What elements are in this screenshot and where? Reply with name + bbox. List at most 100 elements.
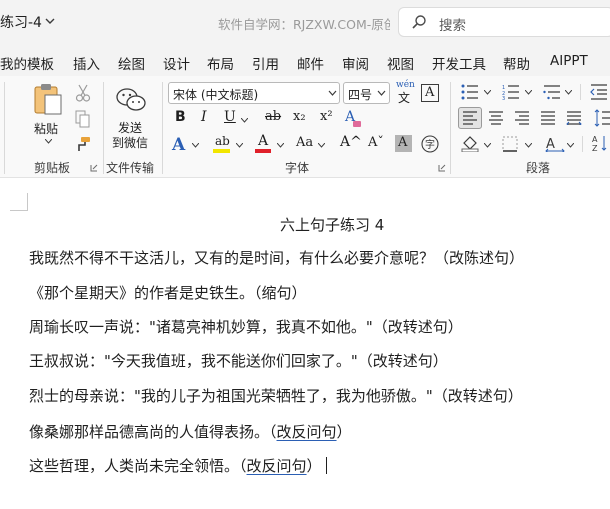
multilevel-list-icon[interactable] (543, 84, 561, 100)
cut-button[interactable] (75, 84, 91, 102)
character-shading-glyph: A (398, 135, 408, 150)
ribbon-separator (582, 136, 583, 152)
watermark-text: 软件自学网：RJZXW.COM-原创 (218, 17, 390, 32)
tab-help[interactable]: 帮助 (503, 53, 530, 73)
tab-layout[interactable]: 布局 (207, 53, 234, 73)
bullets-icon[interactable] (461, 84, 479, 100)
chevron-down-icon[interactable] (328, 90, 337, 97)
tab-review[interactable]: 审阅 (342, 53, 369, 73)
document-line[interactable]: 像桑娜那样品德高尚的人值得表扬。（改反问句） (29, 421, 352, 442)
font-name-select[interactable]: 宋体 (中文标题) (168, 82, 340, 104)
document-line[interactable]: 烈士的母亲说："我的儿子为祖国光荣牺牲了，我为他骄傲。"（改转述句） (29, 385, 523, 406)
highlight-button[interactable]: ab (215, 134, 230, 148)
chevron-down-icon[interactable] (236, 143, 243, 148)
clipboard-icon (34, 84, 62, 115)
document-line[interactable]: 这些哲理，人类尚未完全领悟。（改反问句） (29, 455, 327, 476)
tab-draw[interactable]: 绘图 (118, 53, 145, 73)
document-heading[interactable]: 六上句子练习 4 (280, 214, 384, 235)
page-corner-mark (10, 193, 28, 211)
font-group-label: 字体 (285, 161, 310, 175)
dialog-launcher-icon[interactable] (438, 164, 446, 172)
document-line[interactable]: 周瑜长叹一声说："诸葛亮神机妙算，我真不如他。"（改转述句） (29, 316, 463, 337)
document-line[interactable]: 我既然不得不干这活儿，又有的是时间，有什么必要介意呢？（改陈述句） (29, 247, 524, 268)
tab-insert[interactable]: 插入 (73, 53, 100, 73)
chevron-down-icon[interactable] (192, 143, 199, 148)
tab-my-templates[interactable]: 我的模板 (0, 53, 54, 73)
svg-text:Z: Z (592, 144, 598, 152)
document-line-text: 这些哲理，人类尚未完全领悟。（ (29, 457, 247, 475)
character-shading-button[interactable]: A (395, 135, 412, 152)
text-cursor (325, 457, 327, 474)
chevron-down-icon[interactable] (484, 90, 491, 95)
italic-button[interactable]: I (201, 109, 207, 125)
tab-design[interactable]: 设计 (163, 53, 190, 73)
justify-icon[interactable] (540, 111, 556, 125)
ribbon-separator (103, 82, 104, 174)
distributed-icon[interactable] (566, 111, 582, 125)
chevron-down-icon[interactable] (565, 90, 572, 95)
svg-text:3: 3 (502, 96, 505, 100)
chevron-down-icon[interactable] (43, 14, 57, 28)
font-size-value: 四号 (348, 88, 373, 102)
font-name-value: 宋体 (中文标题) (173, 88, 259, 102)
align-center-icon[interactable] (488, 111, 504, 125)
change-case-button[interactable]: Aa (296, 135, 313, 150)
clipboard-group-label: 剪贴板 (34, 161, 71, 175)
line-spacing-icon[interactable] (594, 108, 610, 128)
document-line[interactable]: 王叔叔说："今天我值班，我不能送你们回家了。"（改转述句） (29, 350, 448, 371)
enclose-characters-button[interactable]: 字 (421, 135, 439, 153)
numbering-icon[interactable]: 1 2 3 (502, 84, 520, 100)
superscript-button[interactable]: x² (320, 109, 333, 124)
document-page[interactable]: 六上句子练习 4 我既然不得不干这活儿，又有的是时间，有什么必要介意呢？（改陈述… (0, 179, 610, 509)
paste-button[interactable] (32, 82, 64, 116)
chevron-down-icon[interactable] (377, 90, 386, 97)
decrease-indent-icon[interactable] (590, 84, 608, 100)
tab-references[interactable]: 引用 (252, 53, 279, 73)
ribbon-separator (162, 82, 163, 174)
highlight-color-swatch (213, 149, 230, 153)
dialog-launcher-icon[interactable] (90, 164, 98, 172)
chevron-down-icon[interactable] (525, 90, 532, 95)
strikethrough-button[interactable]: ab (265, 109, 281, 124)
align-right-icon[interactable] (514, 111, 530, 125)
document-title[interactable]: 练习-4 (0, 12, 42, 32)
shading-icon[interactable] (461, 136, 479, 152)
ribbon-separator (450, 82, 451, 174)
chevron-down-icon[interactable] (484, 143, 491, 148)
send-label-2: 到微信 (112, 136, 149, 150)
chevron-down-icon[interactable] (241, 118, 248, 123)
align-left-button[interactable] (458, 107, 482, 129)
tab-mailings[interactable]: 邮件 (297, 53, 324, 73)
phonetic-guide-glyph: 文 (398, 91, 411, 105)
eraser-icon (353, 121, 361, 127)
font-color-button[interactable]: A (258, 133, 268, 149)
wechat-icon (116, 88, 146, 111)
sort-icon[interactable]: A Z (591, 134, 609, 152)
chevron-down-icon[interactable] (277, 143, 284, 148)
character-border-button[interactable]: A (421, 84, 439, 102)
chevron-down-icon[interactable] (45, 139, 52, 144)
chevron-down-icon[interactable] (567, 143, 574, 148)
tab-developer[interactable]: 开发工具 (432, 53, 486, 73)
format-painter-button[interactable] (73, 136, 91, 152)
chevron-down-icon[interactable] (525, 143, 532, 148)
tab-view[interactable]: 视图 (387, 53, 414, 73)
grammar-flag[interactable]: 改反问句 (277, 423, 337, 441)
chevron-down-icon[interactable] (318, 143, 325, 148)
grammar-flag[interactable]: 改反问句 (247, 457, 307, 475)
tab-aippt[interactable]: AIPPT (550, 53, 588, 69)
send-to-wechat-button[interactable] (115, 86, 147, 114)
grow-font-button[interactable]: A^ (340, 134, 362, 150)
search-box[interactable]: 搜索 (398, 7, 610, 37)
copy-button[interactable] (75, 110, 91, 128)
title-bar: 练习-4 软件自学网：RJZXW.COM-原创 搜索 (0, 0, 610, 44)
text-effects-button[interactable]: A (172, 135, 185, 155)
underline-button[interactable]: U (224, 109, 236, 125)
shrink-font-button[interactable]: Aˇ (368, 135, 384, 150)
bold-button[interactable]: B (175, 109, 186, 125)
asian-layout-icon[interactable]: A (545, 134, 565, 152)
subscript-button[interactable]: x₂ (293, 109, 306, 124)
document-line[interactable]: 《那个星期天》的作者是史铁生。（缩句） (29, 282, 307, 303)
font-color-swatch (255, 149, 271, 153)
borders-icon[interactable] (502, 136, 518, 152)
